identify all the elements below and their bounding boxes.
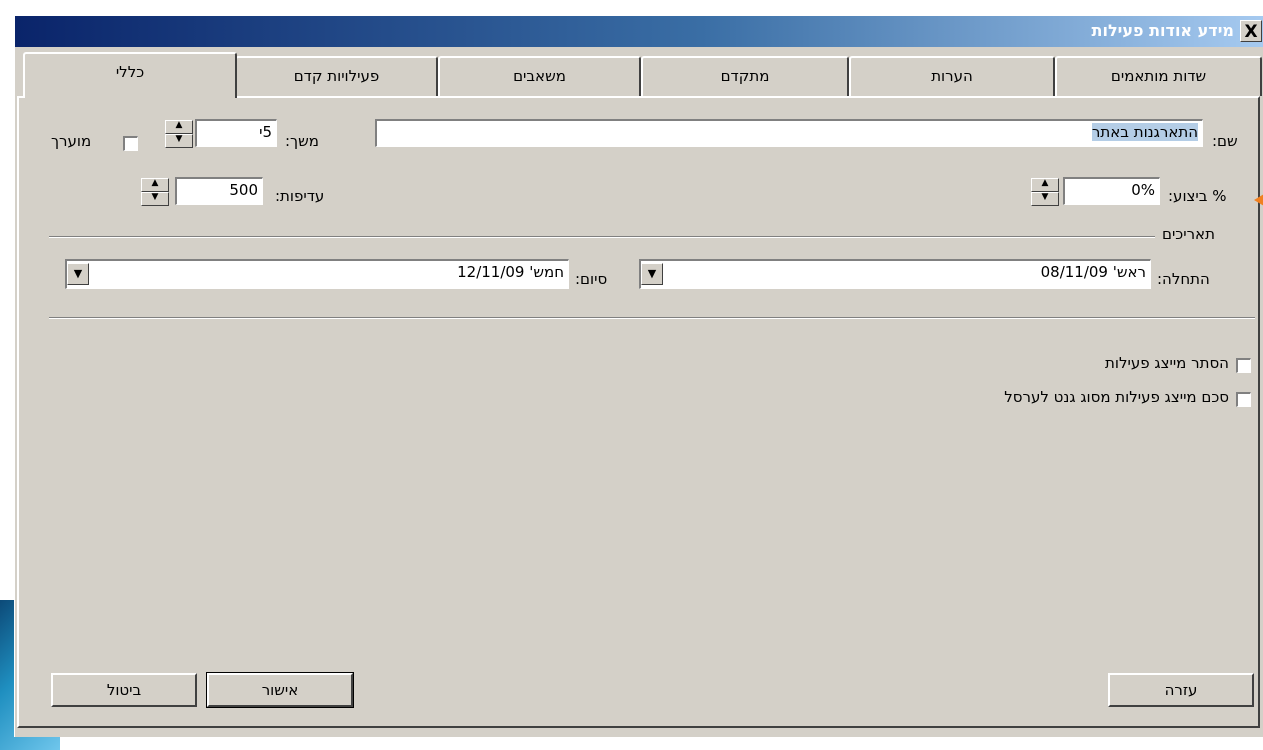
task-info-dialog: מידע אודות פעילות X שדות מותאמים הערות מ… xyxy=(14,16,1263,737)
start-date-field[interactable]: ראש' 08/11/09 xyxy=(639,259,1151,289)
name-label: שם: xyxy=(1212,132,1238,150)
separator-line xyxy=(49,317,1255,319)
cancel-button[interactable]: ביטול xyxy=(51,673,197,707)
title-bar[interactable]: מידע אודות פעילות X xyxy=(15,16,1263,47)
close-icon[interactable]: X xyxy=(1240,20,1262,42)
tab-notes[interactable]: הערות xyxy=(849,56,1055,96)
dates-group-label: תאריכים xyxy=(1162,225,1215,243)
spin-down-icon[interactable]: ▼ xyxy=(165,134,193,148)
percent-complete-label: % ביצוע: xyxy=(1168,187,1227,205)
hide-bar-checkbox[interactable] xyxy=(1236,358,1251,373)
rollup-label: סכם מייצג פעילות מסוג גנט לערסל xyxy=(1004,388,1229,406)
dialog-title: מידע אודות פעילות xyxy=(1091,21,1234,40)
tab-custom-fields[interactable]: שדות מותאמים xyxy=(1055,56,1262,96)
duration-input[interactable]: 5י xyxy=(195,119,277,147)
tab-predecessors[interactable]: פעילויות קדם xyxy=(235,56,438,96)
name-input[interactable]: התארגנות באתר xyxy=(375,119,1203,147)
finish-label: סיום: xyxy=(575,270,608,288)
spin-up-icon[interactable]: ▲ xyxy=(141,178,169,192)
rollup-checkbox[interactable] xyxy=(1236,392,1251,407)
priority-label: עדיפות: xyxy=(275,187,325,205)
tab-general[interactable]: כללי xyxy=(23,52,237,98)
tab-resources[interactable]: משאבים xyxy=(438,56,641,96)
spin-down-icon[interactable]: ▼ xyxy=(1031,192,1059,206)
estimated-label: מוערך xyxy=(51,132,92,150)
priority-input[interactable]: 500 xyxy=(175,177,263,205)
spin-up-icon[interactable]: ▲ xyxy=(1031,178,1059,192)
ok-button[interactable]: אישור xyxy=(206,672,354,708)
percent-spinner[interactable]: ▲ ▼ xyxy=(1031,178,1059,206)
spin-up-icon[interactable]: ▲ xyxy=(165,120,193,134)
spin-down-icon[interactable]: ▼ xyxy=(141,192,169,206)
cell-marker-icon xyxy=(1254,194,1263,206)
priority-spinner[interactable]: ▲ ▼ xyxy=(141,178,169,206)
tab-advanced[interactable]: מתקדם xyxy=(641,56,849,96)
help-button[interactable]: עזרה xyxy=(1108,673,1254,707)
percent-complete-input[interactable]: 0% xyxy=(1063,177,1160,205)
hide-bar-label: הסתר מייצג פעילות xyxy=(1105,354,1229,372)
estimated-checkbox[interactable] xyxy=(123,136,138,151)
start-label: התחלה: xyxy=(1157,270,1210,288)
start-dropdown-icon[interactable]: ▼ xyxy=(641,263,663,285)
finish-dropdown-icon[interactable]: ▼ xyxy=(67,263,89,285)
dates-group-line xyxy=(49,236,1155,238)
finish-date-field[interactable]: חמש' 12/11/09 xyxy=(65,259,569,289)
duration-label: משך: xyxy=(285,132,319,150)
duration-spinner[interactable]: ▲ ▼ xyxy=(165,120,193,148)
